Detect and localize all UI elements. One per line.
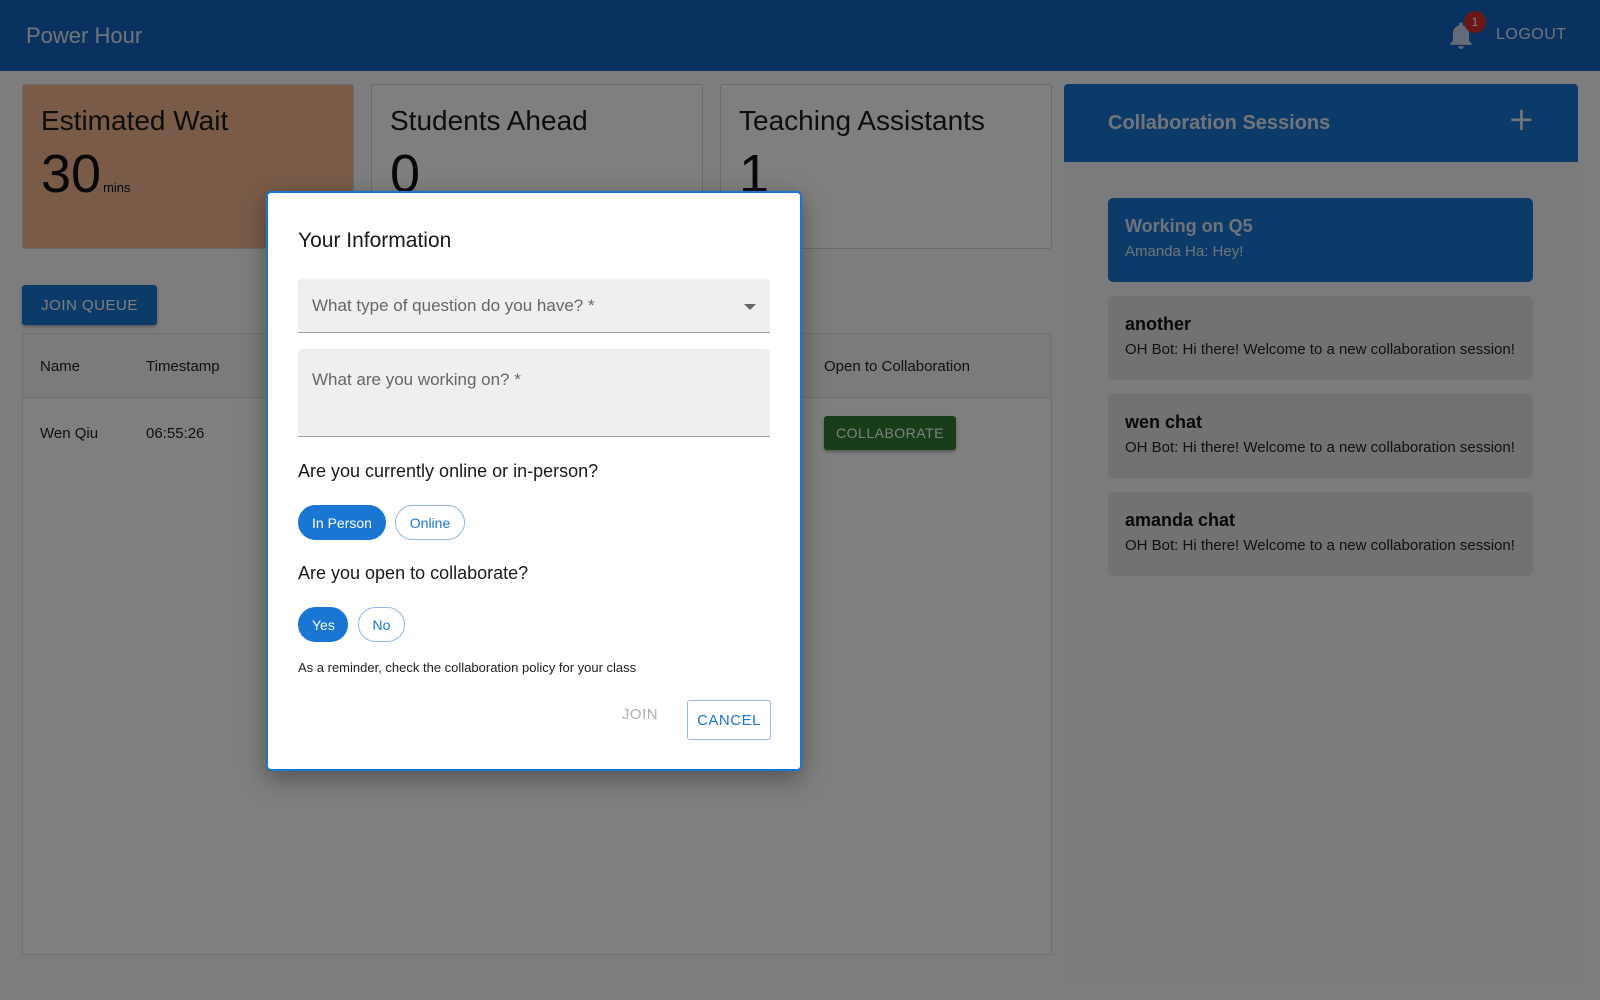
location-question: Are you currently online or in-person? (298, 461, 599, 481)
question-type-select[interactable]: What type of question do you have? * (298, 279, 770, 333)
collaborate-question: Are you open to collaborate? (298, 563, 529, 583)
working-on-textarea[interactable]: What are you working on? * (298, 349, 770, 437)
cancel-button[interactable]: CANCEL (687, 700, 771, 740)
collaborate-yes-chip[interactable]: Yes (298, 607, 348, 642)
collaborate-no-chip[interactable]: No (358, 607, 405, 642)
online-chip[interactable]: Online (395, 505, 465, 540)
collaboration-policy-reminder: As a reminder, check the collaboration p… (298, 660, 637, 675)
your-information-dialog: Your Information What type of question d… (266, 191, 802, 771)
working-on-placeholder: What are you working on? * (312, 370, 521, 389)
join-button[interactable]: JOIN (608, 694, 672, 734)
dialog-title: Your Information (298, 229, 452, 252)
question-type-placeholder: What type of question do you have? * (312, 296, 595, 315)
dropdown-arrow-icon (744, 304, 756, 310)
in-person-chip[interactable]: In Person (298, 505, 386, 540)
